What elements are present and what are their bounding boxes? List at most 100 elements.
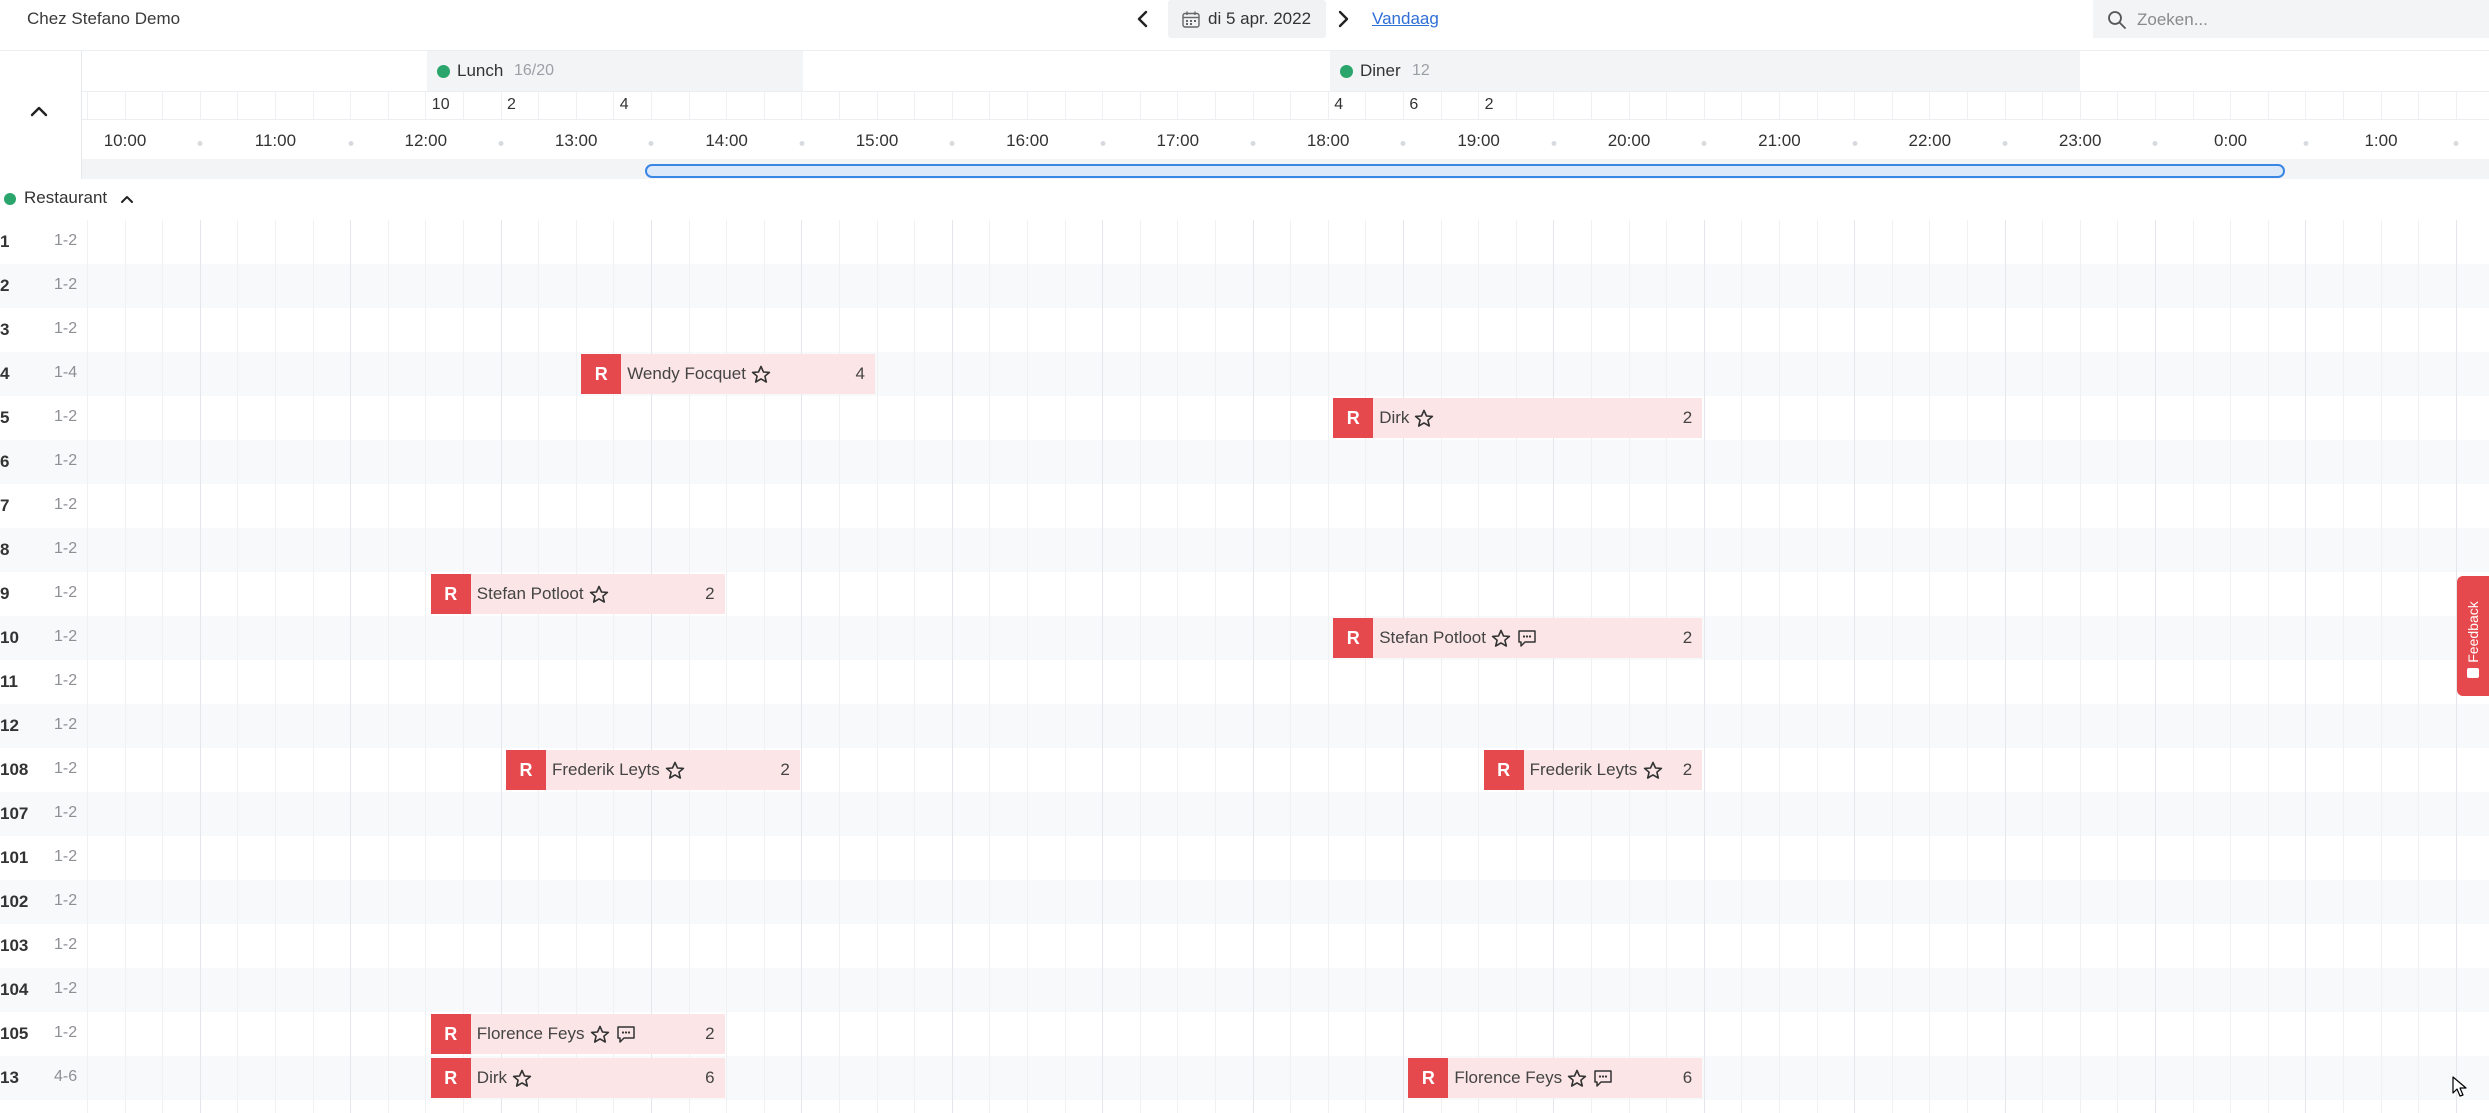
reservation-icons	[589, 585, 615, 609]
half-hour-marker	[498, 141, 504, 146]
table-name: 102	[0, 892, 29, 911]
guest-name: Wendy Focquet	[627, 364, 746, 383]
prev-day-button[interactable]	[1130, 6, 1156, 32]
half-hour-marker	[1701, 141, 1707, 146]
table-name: 2	[0, 276, 10, 295]
half-hour-marker	[348, 141, 354, 146]
collapse-cell	[0, 51, 82, 179]
table-capacity: 1-2	[54, 936, 78, 953]
table-row[interactable]: 11 1-2	[0, 660, 2489, 704]
quarter-tick	[801, 92, 803, 120]
grid-line	[1064, 220, 1066, 1113]
table-name: 101	[0, 848, 29, 867]
grid-line	[1365, 220, 1367, 1113]
quarter-tick	[2418, 92, 2420, 120]
table-name: 3	[0, 320, 10, 339]
table-row[interactable]: 101 1-2	[0, 836, 2489, 880]
feedback-button[interactable]: Feedback	[2457, 576, 2489, 696]
table-row[interactable]: 13 4-6	[0, 1056, 2489, 1100]
table-row[interactable]: 8 1-2	[0, 528, 2489, 572]
table-capacity: 1-2	[54, 408, 78, 425]
table-name: 9	[0, 584, 10, 603]
table-row[interactable]: 102 1-2	[0, 880, 2489, 924]
quarter-tick	[2192, 92, 2194, 120]
hour-label: 12:00	[404, 131, 448, 150]
reservation-status-badge: R	[430, 574, 471, 614]
table-row[interactable]: 103 1-2	[0, 924, 2489, 968]
table-name: 5	[0, 408, 10, 427]
quarter-tick	[1741, 92, 1743, 120]
search-box	[2093, 0, 2489, 38]
reservation-block[interactable]: R Stefan Potloot 2	[1333, 618, 1703, 658]
grid-line	[1553, 220, 1555, 1113]
grid-line	[989, 220, 991, 1113]
table-name: 11	[0, 672, 18, 691]
party-size: 2	[705, 584, 715, 603]
table-row[interactable]: 1 1-2	[0, 220, 2489, 264]
grid-line	[1252, 220, 1254, 1113]
half-hour-marker	[949, 141, 955, 146]
cover-count: 4	[619, 96, 629, 113]
grid-line	[1290, 220, 1292, 1113]
half-hour-marker	[648, 141, 654, 146]
search-input[interactable]	[2135, 8, 2469, 32]
table-row[interactable]: 5 1-2	[0, 396, 2489, 440]
reservation-block[interactable]: R Dirk 2	[1333, 398, 1703, 438]
cover-count: 6	[1409, 96, 1419, 113]
table-row[interactable]: 6 1-2	[0, 440, 2489, 484]
chevron-right-icon	[1338, 10, 1349, 28]
quarter-tick	[575, 92, 577, 120]
reservation-block[interactable]: R Florence Feys 2	[430, 1014, 725, 1054]
table-name: 108	[0, 760, 29, 779]
reservation-status-badge: R	[581, 354, 622, 394]
today-link[interactable]: Vandaag	[1372, 9, 1439, 29]
hour-label: 23:00	[2058, 131, 2102, 150]
table-name: 1	[0, 232, 10, 251]
date-picker-button[interactable]: di 5 apr. 2022	[1168, 0, 1326, 38]
shift-lunch[interactable]: Lunch 16/20	[427, 51, 803, 91]
quarter-tick	[726, 92, 728, 120]
hour-label: 16:00	[1006, 131, 1049, 150]
next-day-button[interactable]	[1330, 6, 1356, 32]
table-row[interactable]: 3 1-2	[0, 308, 2489, 352]
timeline-scrollbar[interactable]	[82, 159, 2489, 179]
table-row[interactable]: 105 1-2	[0, 1012, 2489, 1056]
table-row[interactable]: 2 1-2	[0, 264, 2489, 308]
grid-line	[2380, 220, 2382, 1113]
grid-line	[1177, 220, 1179, 1113]
table-row[interactable]: 107 1-2	[0, 792, 2489, 836]
shift-diner[interactable]: Diner 12	[1330, 51, 2080, 91]
star-icon	[1568, 1069, 1587, 1087]
hour-label: 11:00	[254, 131, 297, 150]
shift-count: 16/20	[514, 62, 555, 79]
table-name: 7	[0, 496, 10, 515]
table-row[interactable]: 104 1-2	[0, 968, 2489, 1012]
reservation-block[interactable]: R Frederik Leyts 2	[1483, 750, 1703, 790]
quarter-tick	[2343, 92, 2344, 120]
reservation-block[interactable]: R Dirk 6	[430, 1058, 725, 1098]
hour-label: 13:00	[554, 131, 598, 150]
table-capacity: 1-2	[54, 452, 78, 469]
table-row[interactable]: 10 1-2	[0, 616, 2489, 660]
reservation-block[interactable]: R Stefan Potloot 2	[430, 574, 725, 614]
timeline-scroll-thumb[interactable]	[645, 164, 2285, 178]
reservation-block[interactable]: R Wendy Focquet 4	[581, 354, 875, 394]
table-row[interactable]: 4 1-4	[0, 352, 2489, 396]
collapse-header-button[interactable]	[26, 99, 52, 125]
grid-line	[575, 220, 577, 1113]
grid-line	[425, 220, 427, 1113]
table-capacity: 1-2	[54, 1024, 78, 1041]
grid-line	[1779, 220, 1780, 1113]
quarter-tick	[425, 92, 427, 120]
table-row[interactable]: 108 1-2	[0, 748, 2489, 792]
guest-name: Florence Feys	[476, 1024, 585, 1043]
table-row[interactable]: 7 1-2	[0, 484, 2489, 528]
table-name: 6	[0, 452, 10, 471]
star-icon	[1643, 761, 1662, 779]
table-row[interactable]: 9 1-2	[0, 572, 2489, 616]
table-row[interactable]: 12 1-2	[0, 704, 2489, 748]
reservation-block[interactable]: R Frederik Leyts 2	[506, 750, 800, 790]
reservation-block[interactable]: R Florence Feys 6	[1408, 1058, 1703, 1098]
table-capacity: 1-2	[54, 540, 78, 557]
table-capacity: 1-2	[54, 672, 78, 689]
